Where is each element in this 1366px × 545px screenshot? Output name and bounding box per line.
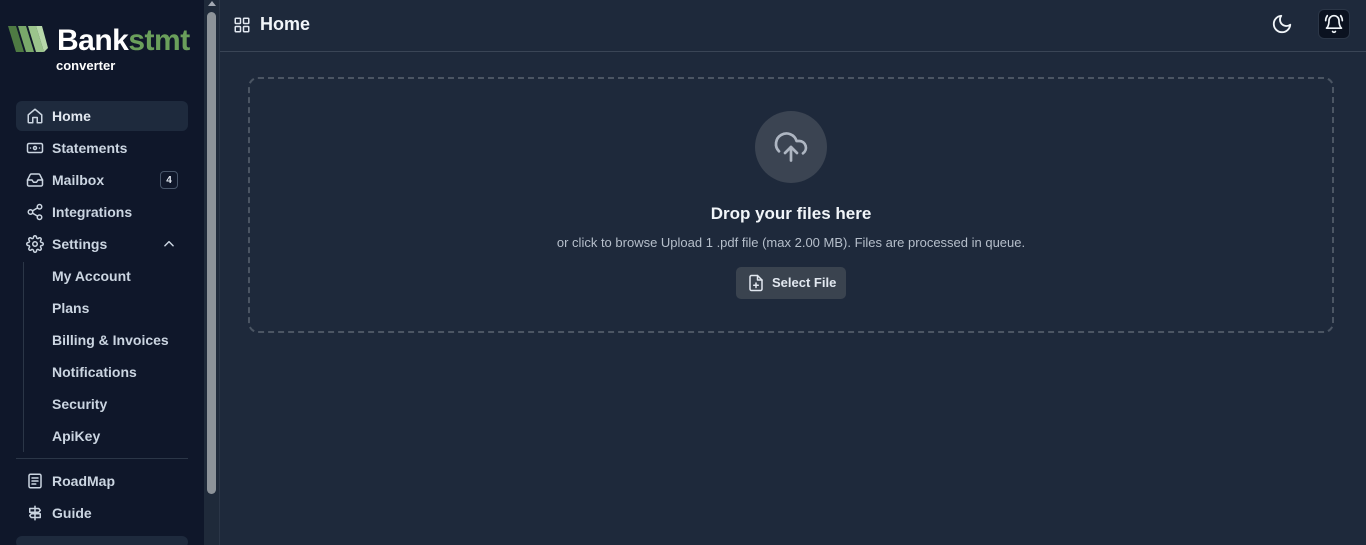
inbox-icon (26, 171, 44, 189)
sidebar-bottom-card[interactable] (16, 536, 188, 545)
logo-mark-icon (8, 26, 48, 52)
sidebar-subitem-plans[interactable]: Plans (52, 300, 188, 324)
home-icon (26, 107, 44, 125)
sidebar-item-label: Guide (52, 505, 92, 521)
sidebar-subitem-apikey[interactable]: ApiKey (52, 428, 188, 452)
mailbox-count-badge: 4 (160, 171, 178, 189)
upload-icon-circle (755, 111, 827, 183)
banknote-icon (26, 139, 44, 157)
settings-subnav-line (23, 262, 24, 452)
sidebar-scrollbar[interactable] (204, 0, 220, 545)
sidebar-subitem-security[interactable]: Security (52, 396, 188, 420)
sidebar-item-guide[interactable]: Guide (16, 498, 188, 528)
file-plus-icon (747, 274, 765, 297)
moon-icon (1272, 14, 1292, 34)
sidebar-item-mailbox[interactable]: Mailbox 4 (16, 165, 188, 195)
file-dropzone[interactable]: Drop your files here or click to browse … (248, 77, 1334, 333)
brand-logo[interactable]: Bankstmt converter (8, 22, 200, 74)
page-title: Home (260, 14, 311, 34)
share-icon (26, 203, 44, 221)
sidebar-divider (16, 458, 188, 459)
sidebar-item-label: Integrations (52, 204, 133, 220)
scrollbar-thumb[interactable] (207, 12, 216, 494)
sidebar-item-label: RoadMap (52, 473, 115, 489)
bell-ring-icon (1324, 14, 1344, 34)
sidebar: Bankstmt converter Home Statements Mailb… (0, 0, 204, 545)
cloud-upload-icon (774, 132, 808, 162)
dropzone-hint: or click to browse Upload 1 .pdf file (m… (556, 235, 1026, 250)
grid-icon (233, 16, 251, 39)
sidebar-item-statements[interactable]: Statements (16, 133, 188, 163)
select-file-label: Select File (772, 275, 837, 290)
sidebar-item-integrations[interactable]: Integrations (16, 197, 188, 227)
brand-subtitle: converter (56, 58, 116, 73)
gear-icon (26, 235, 44, 253)
sidebar-item-roadmap[interactable]: RoadMap (16, 466, 188, 496)
scroll-up-arrow-icon[interactable] (208, 1, 216, 6)
theme-toggle-button[interactable] (1270, 12, 1294, 36)
sidebar-subitem-billing[interactable]: Billing & Invoices (52, 332, 188, 356)
sidebar-item-label: Home (52, 108, 91, 124)
sidebar-item-label: Settings (52, 236, 108, 252)
chevron-up-icon[interactable] (162, 237, 176, 256)
brand-name-part1: Bank (57, 24, 129, 57)
brand-name-part2: stmt (128, 24, 190, 57)
sidebar-item-settings[interactable]: Settings (16, 229, 188, 259)
document-icon (26, 472, 44, 490)
topbar: Home (220, 0, 1366, 52)
sidebar-item-label: Mailbox (52, 172, 105, 188)
sidebar-subitem-my-account[interactable]: My Account (52, 268, 188, 292)
notifications-button[interactable] (1318, 9, 1350, 39)
sidebar-item-label: Statements (52, 140, 128, 156)
sidebar-subitem-notifications[interactable]: Notifications (52, 364, 188, 388)
signpost-icon (26, 504, 44, 522)
select-file-button[interactable]: Select File (736, 267, 846, 299)
sidebar-item-home[interactable]: Home (16, 101, 188, 131)
brand-name: Bankstmt (57, 24, 190, 58)
dropzone-title: Drop your files here (710, 204, 872, 223)
